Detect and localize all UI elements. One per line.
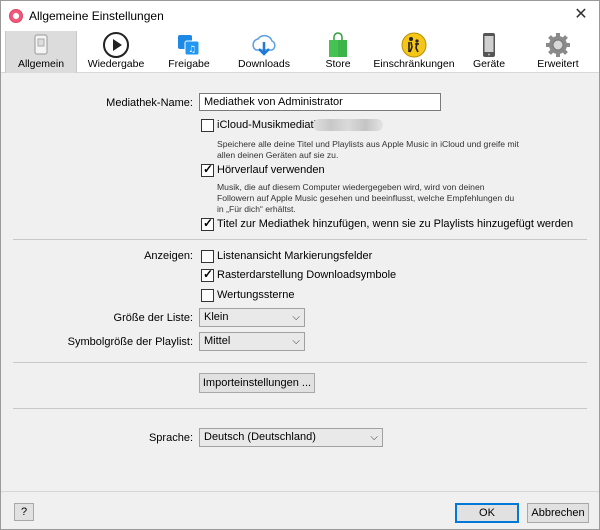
listening-history-checkbox[interactable] xyxy=(201,162,214,177)
import-settings-button[interactable]: Importeinstellungen ... xyxy=(199,373,315,393)
switch-icon xyxy=(34,34,48,55)
tab-downloads[interactable]: Downloads xyxy=(231,31,297,73)
tab-geraete[interactable]: Geräte xyxy=(467,31,511,73)
tab-label: Store xyxy=(325,58,351,70)
icloud-description: Speichere alle deine Titel und Playlists… xyxy=(217,139,519,160)
play-icon xyxy=(103,32,129,58)
tab-label: Freigabe xyxy=(168,58,210,70)
cancel-button[interactable]: Abbrechen xyxy=(527,503,589,523)
list-size-select[interactable]: Klein ⌵ xyxy=(199,308,305,327)
preferences-window: Allgemeine Einstellungen ✕ Allgemein Wie… xyxy=(0,0,600,530)
parental-icon xyxy=(401,32,427,58)
rating-stars-checkbox[interactable] xyxy=(201,289,214,302)
tab-label: Erweitert xyxy=(537,58,579,70)
grid-download-label: Rasterdarstellung Downloadsymbole xyxy=(217,269,397,281)
list-checkboxes-checkbox[interactable] xyxy=(201,250,214,263)
language-value: Deutsch (Deutschland) xyxy=(204,431,316,443)
tab-allgemein[interactable]: Allgemein xyxy=(5,31,77,73)
tab-wiedergabe[interactable]: Wiedergabe xyxy=(81,31,151,73)
playlist-icon-size-label: Symbolgröße der Playlist: xyxy=(67,336,193,348)
itunes-icon xyxy=(9,9,23,23)
list-checkboxes-label: Listenansicht Markierungsfelder xyxy=(217,250,373,262)
tab-label: Geräte xyxy=(472,58,506,70)
rating-stars-label: Wertungssterne xyxy=(217,289,295,301)
ok-button[interactable]: OK xyxy=(455,503,519,523)
chevron-down-icon: ⌵ xyxy=(292,312,300,323)
listening-history-description: Musik, die auf diesem Computer wiedergeg… xyxy=(217,182,515,214)
divider xyxy=(13,362,587,363)
help-button[interactable]: ? xyxy=(14,503,34,521)
language-label: Sprache: xyxy=(148,432,193,444)
language-select[interactable]: Deutsch (Deutschland) ⌵ xyxy=(199,428,383,447)
tab-erweitert[interactable]: Erweitert xyxy=(525,31,591,73)
divider xyxy=(13,408,587,409)
window-title: Allgemeine Einstellungen xyxy=(29,9,164,23)
playlist-icon-size-value: Mittel xyxy=(204,335,231,347)
icloud-library-checkbox[interactable] xyxy=(201,119,214,132)
blurred-account xyxy=(313,119,383,131)
preferences-toolbar: Allgemein Wiedergabe ♫ Freigabe Download… xyxy=(1,31,599,73)
share-icon: ♫ xyxy=(178,35,200,56)
tab-einschraenkungen[interactable]: Einschränkungen xyxy=(369,31,459,73)
chevron-down-icon: ⌵ xyxy=(370,432,378,443)
chevron-down-icon: ⌵ xyxy=(292,336,300,347)
footer-divider xyxy=(1,491,599,492)
listening-history-label: Hörverlauf verwenden xyxy=(217,164,325,176)
tab-label: Downloads xyxy=(238,58,290,70)
store-bag-icon xyxy=(329,32,347,57)
tab-freigabe[interactable]: ♫ Freigabe xyxy=(157,31,221,73)
tab-store[interactable]: Store xyxy=(313,31,363,73)
playlist-icon-size-select[interactable]: Mittel ⌵ xyxy=(199,332,305,351)
download-cloud-icon xyxy=(252,35,276,56)
tab-label: Einschränkungen xyxy=(373,58,455,70)
tab-label: Wiedergabe xyxy=(87,58,145,70)
grid-download-checkbox[interactable] xyxy=(201,267,214,282)
title-bar: Allgemeine Einstellungen ✕ xyxy=(1,1,599,31)
device-icon xyxy=(483,33,495,57)
add-to-library-label: Titel zur Mediathek hinzufügen, wenn sie… xyxy=(217,218,574,230)
add-to-library-checkbox[interactable] xyxy=(201,216,214,231)
close-icon[interactable]: ✕ xyxy=(571,5,591,25)
tab-label: Allgemein xyxy=(17,58,65,70)
list-size-label: Größe der Liste: xyxy=(113,312,193,324)
divider xyxy=(13,239,587,240)
list-size-value: Klein xyxy=(204,311,229,323)
show-label: Anzeigen: xyxy=(144,250,193,262)
gear-icon xyxy=(546,33,570,57)
svg-text:♫: ♫ xyxy=(188,45,196,55)
library-name-field[interactable]: Mediathek von Administrator xyxy=(199,93,441,111)
library-name-label: Mediathek-Name: xyxy=(106,97,193,109)
